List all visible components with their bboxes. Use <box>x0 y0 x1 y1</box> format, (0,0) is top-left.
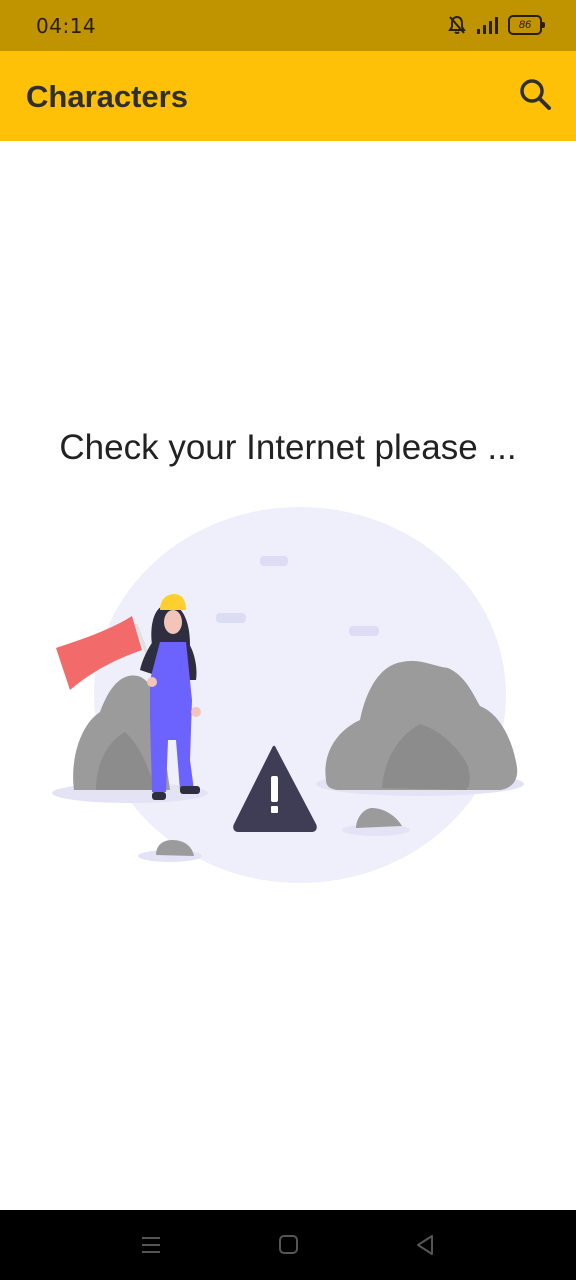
home-icon <box>279 1235 298 1254</box>
system-nav-bar <box>0 1210 576 1280</box>
status-icons: 86 <box>448 14 545 36</box>
status-bar: 04:14 86 <box>0 0 576 51</box>
cloud <box>349 626 379 636</box>
battery-level: 86 <box>518 19 532 31</box>
nav-menu-button[interactable] <box>136 1230 166 1260</box>
menu-icon <box>142 1237 160 1253</box>
status-time: 04:14 <box>36 14 97 38</box>
battery-icon: 86 <box>508 15 545 35</box>
nav-home-button[interactable] <box>273 1230 303 1260</box>
no-internet-illustration <box>52 507 524 883</box>
app-bar: Characters <box>0 51 576 141</box>
search-icon <box>520 79 551 110</box>
cloud <box>260 556 288 566</box>
search-button[interactable] <box>516 75 556 115</box>
page-title: Characters <box>26 79 188 114</box>
cloud <box>216 613 246 623</box>
nav-back-button[interactable] <box>410 1230 440 1260</box>
no-internet-message: Check your Internet please ... <box>59 428 517 467</box>
back-icon <box>417 1235 433 1255</box>
bell-off-icon <box>448 15 466 34</box>
signal-icon <box>477 17 498 34</box>
